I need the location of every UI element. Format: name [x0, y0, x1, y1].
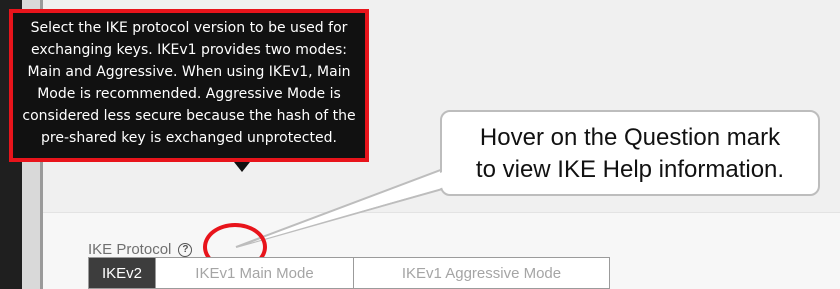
- tooltip-arrow: [234, 162, 250, 172]
- help-callout: Hover on the Question mark to view IKE H…: [440, 110, 820, 196]
- ike-protocol-selector: IKEv2 IKEv1 Main Mode IKEv1 Aggressive M…: [88, 257, 610, 289]
- ike-protocol-label: IKE Protocol: [88, 241, 172, 258]
- panel-divider: [43, 212, 840, 213]
- ike-help-tooltip: Select the IKE protocol version to be us…: [9, 9, 369, 162]
- ike-protocol-field: IKE Protocol ?: [88, 241, 193, 258]
- callout-line-1: Hover on the Question mark: [479, 124, 781, 151]
- option-ikev2[interactable]: IKEv2: [89, 258, 156, 288]
- option-ikev1-aggressive-mode[interactable]: IKEv1 Aggressive Mode: [354, 258, 609, 288]
- tooltip-text: Select the IKE protocol version to be us…: [22, 20, 356, 146]
- help-question-icon[interactable]: ?: [178, 242, 193, 257]
- option-ikev1-main-mode[interactable]: IKEv1 Main Mode: [156, 258, 354, 288]
- callout-line-2: to view IKE Help information.: [475, 156, 785, 183]
